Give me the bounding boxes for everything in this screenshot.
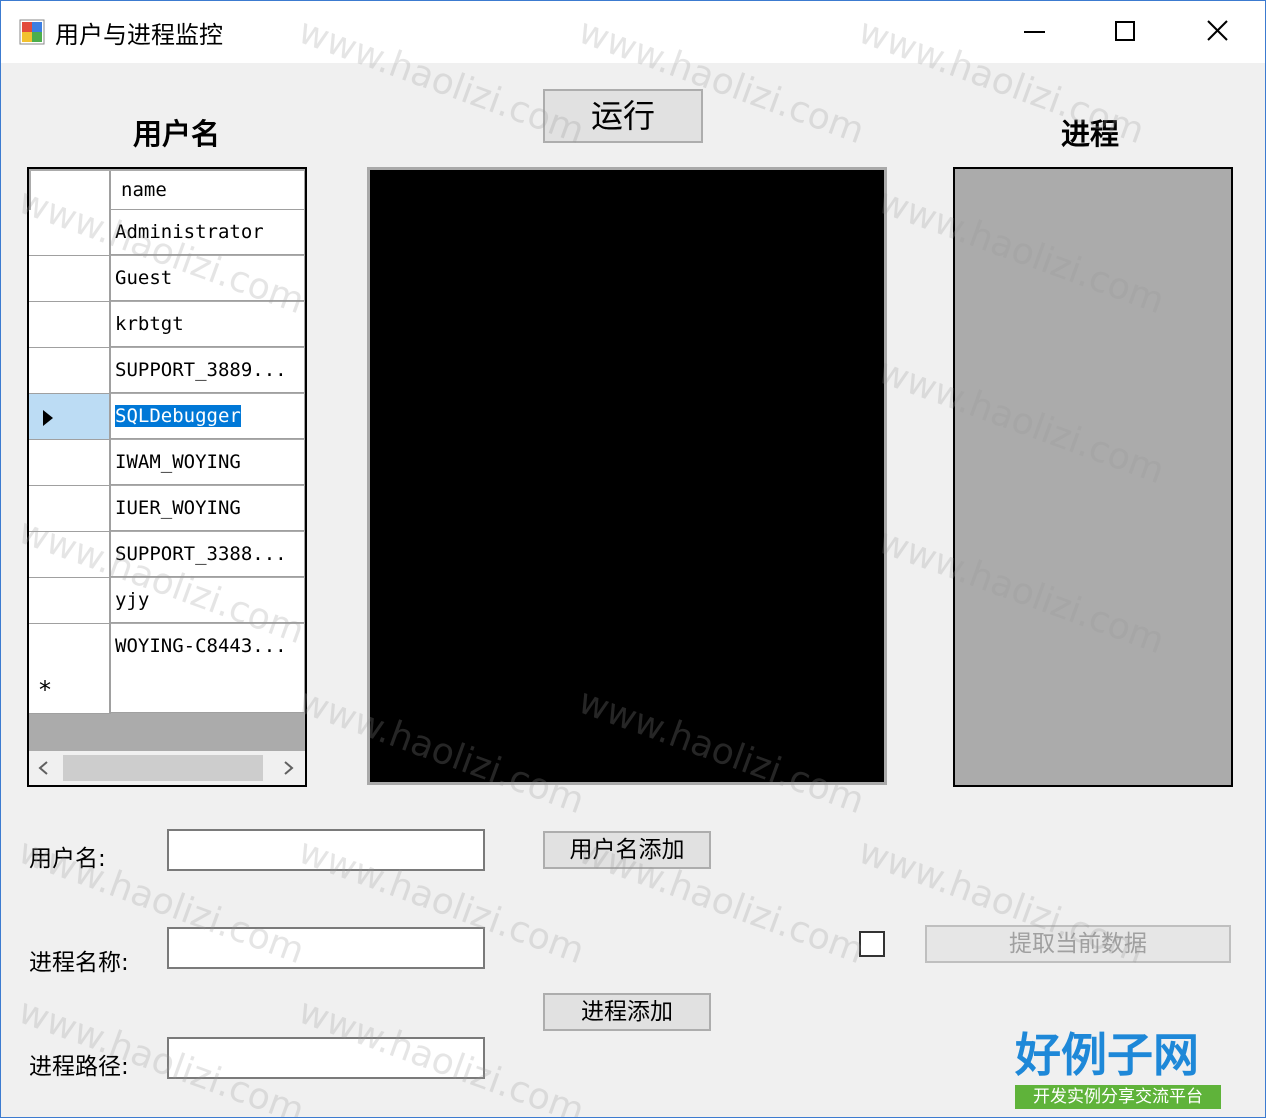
main-window: 用户与进程监控 用户名 进程 运行 name Administrator Gues… <box>0 0 1266 1118</box>
new-row-cell[interactable] <box>111 668 305 713</box>
close-icon <box>1207 20 1228 41</box>
grid-corner-cell[interactable] <box>31 171 111 211</box>
row-header[interactable] <box>29 348 111 394</box>
column-header-name[interactable]: name <box>111 171 305 210</box>
user-name-text: SQLDebugger <box>115 405 241 427</box>
row-header[interactable] <box>29 302 111 348</box>
table-row[interactable]: IUER_WOYING <box>29 486 305 532</box>
haolizi-logo: 好例子网 <box>1015 1028 1199 1082</box>
process-name-label: 进程名称: <box>29 950 129 976</box>
table-row[interactable]: Guest <box>29 256 305 302</box>
minimize-button[interactable] <box>989 1 1081 63</box>
table-row[interactable]: IWAM_WOYING <box>29 440 305 486</box>
maximize-button[interactable] <box>1081 1 1173 63</box>
process-name-input[interactable] <box>167 927 485 969</box>
current-row-icon <box>43 410 53 426</box>
user-name-text: SUPPORT_3388... <box>115 543 287 565</box>
window-title: 用户与进程监控 <box>55 21 223 49</box>
row-header[interactable] <box>29 486 111 532</box>
chevron-left-icon[interactable] <box>35 759 53 777</box>
table-row[interactable]: SUPPORT_3889... <box>29 348 305 394</box>
title-bar: 用户与进程监控 <box>1 1 1265 63</box>
processes-heading: 进程 <box>1061 117 1120 151</box>
user-name-text: IWAM_WOYING <box>115 451 241 473</box>
user-name-cell[interactable]: IUER_WOYING <box>111 486 305 531</box>
new-row-marker: * <box>39 676 51 704</box>
process-list[interactable] <box>953 167 1233 787</box>
row-header[interactable] <box>29 210 111 256</box>
app-icon <box>19 19 45 45</box>
row-header[interactable] <box>29 578 111 624</box>
username-input[interactable] <box>167 829 485 871</box>
process-path-input[interactable] <box>167 1037 485 1079</box>
new-row-header[interactable]: * <box>29 668 111 714</box>
users-heading: 用户名 <box>133 117 221 151</box>
output-panel <box>367 167 887 785</box>
scrollbar-thumb[interactable] <box>63 755 263 781</box>
row-header[interactable] <box>29 532 111 578</box>
user-name-cell[interactable]: SUPPORT_3889... <box>111 348 305 393</box>
minimize-icon <box>1024 31 1045 33</box>
user-name-cell[interactable]: SQLDebugger <box>111 394 305 439</box>
table-row[interactable]: SUPPORT_3388... <box>29 532 305 578</box>
user-name-cell[interactable]: yjy <box>111 578 305 623</box>
user-name-text: WOYING-C8443... <box>115 635 287 657</box>
table-row[interactable]: yjy <box>29 578 305 624</box>
new-row[interactable]: * <box>29 668 305 714</box>
user-name-cell[interactable]: Administrator <box>111 210 305 255</box>
fetch-current-data-button[interactable]: 提取当前数据 <box>925 925 1231 963</box>
row-header[interactable] <box>29 440 111 486</box>
users-grid[interactable]: name Administrator Guest krbtgt SUPPORT_388… <box>27 167 307 787</box>
user-name-text: yjy <box>115 589 150 611</box>
row-header[interactable] <box>29 624 111 670</box>
table-row[interactable]: WOYING-C8443... <box>29 624 305 670</box>
username-label: 用户名: <box>29 846 106 872</box>
add-process-button[interactable]: 进程添加 <box>543 993 711 1031</box>
user-name-cell[interactable]: SUPPORT_3388... <box>111 532 305 577</box>
user-name-text: IUER_WOYING <box>115 497 241 519</box>
user-name-cell[interactable]: Guest <box>111 256 305 301</box>
user-name-text: Administrator <box>115 221 264 243</box>
process-path-label: 进程路径: <box>29 1054 129 1080</box>
run-button[interactable]: 运行 <box>543 89 703 143</box>
user-name-cell[interactable]: krbtgt <box>111 302 305 347</box>
row-header[interactable] <box>29 256 111 302</box>
table-row[interactable]: krbtgt <box>29 302 305 348</box>
user-name-text: Guest <box>115 267 173 289</box>
close-button[interactable] <box>1173 1 1265 63</box>
table-row[interactable]: Administrator <box>29 210 305 256</box>
user-name-text: krbtgt <box>115 313 184 335</box>
table-row[interactable]: SQLDebugger <box>29 394 305 440</box>
maximize-icon <box>1115 21 1135 41</box>
horizontal-scrollbar[interactable] <box>29 751 305 785</box>
grid-header-row: name <box>29 169 305 215</box>
row-header[interactable] <box>29 394 111 440</box>
user-name-cell[interactable]: WOYING-C8443... <box>111 624 305 669</box>
fetch-checkbox[interactable] <box>859 931 885 957</box>
chevron-right-icon[interactable] <box>279 759 297 777</box>
user-name-text: SUPPORT_3889... <box>115 359 287 381</box>
user-name-cell[interactable]: IWAM_WOYING <box>111 440 305 485</box>
add-user-button[interactable]: 用户名添加 <box>543 831 711 869</box>
haolizi-logo-subtitle: 开发实例分享交流平台 <box>1015 1085 1221 1109</box>
